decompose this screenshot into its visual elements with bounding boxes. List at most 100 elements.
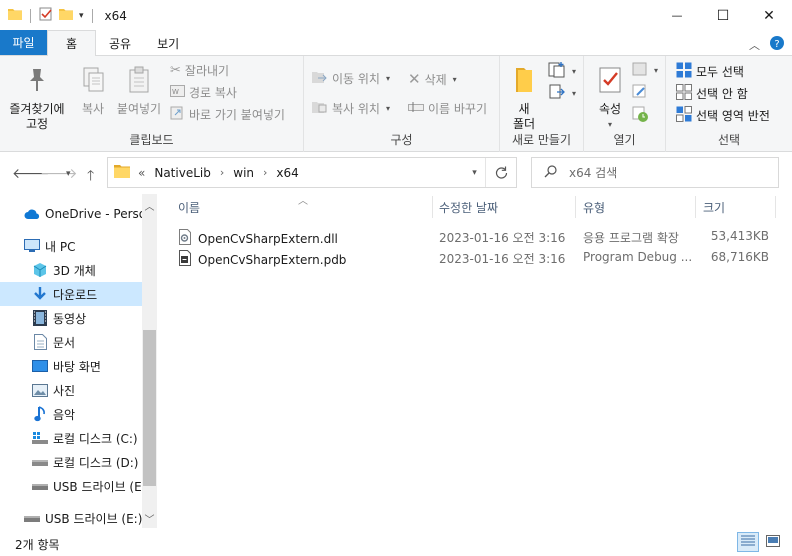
easy-access-dropdown-icon: ▾	[572, 89, 577, 98]
open-group-label: 열기	[613, 133, 636, 147]
search-box[interactable]	[531, 157, 779, 188]
history-button[interactable]	[632, 106, 648, 125]
search-icon	[544, 164, 557, 181]
breadcrumb-item[interactable]: win	[233, 166, 254, 180]
select-none-label: 선택 안 함	[696, 87, 748, 101]
copy-to-button[interactable]: 복사 위치 ▾	[312, 100, 390, 117]
new-folder-label: 새 폴더	[512, 102, 536, 131]
easy-access-button[interactable]: ▾	[548, 84, 576, 103]
search-input[interactable]	[569, 165, 749, 180]
edit-button[interactable]	[632, 84, 648, 101]
nav-item-usb-drive-root[interactable]: USB 드라이브 (E:)	[0, 506, 142, 528]
nav-item-videos[interactable]: 동영상	[0, 306, 142, 330]
nav-item-local-disk-c[interactable]: 로컬 디스크 (C:)	[0, 426, 142, 450]
tab-share[interactable]: 공유	[96, 31, 144, 55]
tab-home[interactable]: 홈	[47, 30, 96, 56]
column-header-type[interactable]: 유형	[583, 194, 695, 220]
file-name: OpenCvSharpExtern.pdb	[198, 252, 347, 267]
scroll-up-arrow-icon[interactable]: ︿	[142, 198, 157, 213]
pin-icon	[25, 66, 49, 98]
column-divider[interactable]	[775, 196, 776, 218]
nav-item-pictures[interactable]: 사진	[0, 378, 142, 402]
new-folder-quick-icon[interactable]	[59, 8, 73, 23]
breadcrumb-item[interactable]: x64	[276, 166, 298, 180]
select-none-button[interactable]: 선택 안 함	[676, 84, 748, 103]
breadcrumb-item[interactable]: NativeLib	[154, 166, 211, 180]
nav-item-documents[interactable]: 문서	[0, 330, 142, 354]
nav-item-label: 로컬 디스크 (C:)	[53, 431, 138, 446]
desktop-icon	[32, 358, 48, 374]
new-item-button[interactable]: ▾	[548, 62, 576, 81]
tab-file[interactable]: 파일	[0, 30, 47, 55]
breadcrumb-chevron-icon[interactable]: ›	[220, 166, 224, 179]
column-header-size[interactable]: 크기	[703, 194, 775, 220]
properties-button[interactable]: 속성 ▾	[592, 66, 628, 132]
column-divider[interactable]	[695, 196, 696, 218]
rename-button[interactable]: 이름 바꾸기	[408, 100, 487, 117]
cut-button[interactable]: ✂ 잘라내기	[170, 62, 229, 79]
scrollbar-thumb[interactable]	[143, 330, 156, 486]
video-icon	[32, 310, 48, 326]
nav-item-music[interactable]: 음악	[0, 402, 142, 426]
nav-item-onedrive[interactable]: OneDrive - Personal	[0, 202, 142, 226]
svg-text:W: W	[172, 88, 179, 96]
up-arrow-icon[interactable]: 🡑	[87, 165, 94, 189]
address-history-dropdown-icon[interactable]: ▾	[464, 158, 486, 187]
nav-item-desktop[interactable]: 바탕 화면	[0, 354, 142, 378]
column-divider[interactable]	[575, 196, 576, 218]
address-bar[interactable]: « NativeLib › win › x64 ▾	[107, 157, 517, 188]
maximize-button[interactable]: ☐	[700, 0, 746, 31]
new-folder-button[interactable]: 새 폴더	[506, 66, 542, 132]
column-header-modified[interactable]: 수정한 날짜	[439, 194, 575, 220]
customize-toolbar-dropdown-icon[interactable]: ▾	[79, 11, 84, 21]
select-all-label: 모두 선택	[696, 65, 744, 79]
select-all-button[interactable]: 모두 선택	[676, 62, 744, 81]
help-icon[interactable]: ?	[770, 36, 784, 53]
properties-checkmark-icon	[598, 66, 622, 98]
invert-selection-button[interactable]: 선택 영역 반전	[676, 106, 770, 125]
pin-quick-access-button[interactable]: 즐겨찾기에 고정	[6, 66, 68, 132]
paste-button[interactable]: 붙여넣기	[114, 66, 164, 117]
move-to-button[interactable]: 이동 위치 ▾	[312, 70, 390, 87]
nav-item-usb-drive[interactable]: USB 드라이브 (E:)	[0, 474, 142, 498]
copy-to-icon	[312, 100, 328, 117]
nav-item-downloads[interactable]: 다운로드	[0, 282, 142, 306]
forward-arrow-icon[interactable]: 🡒	[40, 165, 78, 182]
scroll-down-arrow-icon[interactable]: ﹀	[142, 511, 157, 526]
breadcrumb-overflow[interactable]: «	[138, 166, 145, 180]
usb-drive-icon	[32, 478, 48, 494]
breadcrumb-chevron-icon[interactable]: ›	[263, 166, 267, 179]
navpane-scrollbar[interactable]: ︿ ﹀	[142, 194, 157, 528]
column-divider[interactable]	[432, 196, 433, 218]
nav-item-local-disk-d[interactable]: 로컬 디스크 (D:)	[0, 450, 142, 474]
properties-quick-icon[interactable]	[39, 7, 53, 24]
details-view-button[interactable]	[737, 532, 759, 552]
document-icon	[32, 334, 48, 350]
open-button[interactable]: ▾	[632, 62, 658, 79]
delete-button[interactable]: ✕ 삭제 ▾	[408, 70, 457, 88]
close-button[interactable]: ✕	[746, 0, 792, 31]
nav-item-label: 동영상	[53, 311, 87, 326]
toolbar-divider	[30, 8, 31, 23]
nav-item-this-pc[interactable]: 내 PC	[0, 234, 142, 258]
nav-item-label: 내 PC	[45, 239, 76, 254]
large-icons-view-button[interactable]	[762, 532, 784, 552]
copy-path-label: 경로 복사	[189, 86, 237, 100]
paste-shortcut-button[interactable]: 바로 가기 붙여넣기	[170, 106, 285, 123]
file-row[interactable]: OpenCvSharpExtern.dll 2023-01-16 오전 3:16…	[177, 227, 777, 247]
new-group: 새 폴더 ▾ ▾ 새로 만들기	[500, 56, 584, 152]
tab-view[interactable]: 보기	[144, 31, 192, 55]
copy-path-button[interactable]: W 경로 복사	[170, 84, 237, 101]
minimize-button[interactable]: —	[654, 0, 700, 31]
refresh-icon[interactable]	[486, 158, 516, 187]
ribbon: 즐겨찾기에 고정 복사 붙여넣기 ✂ 잘라내기 W 경로 복사 바로 가기 붙여…	[0, 56, 792, 152]
nav-item-3d-objects[interactable]: 3D 개체	[0, 258, 142, 282]
select-all-icon	[676, 62, 692, 81]
copy-button[interactable]: 복사	[76, 66, 110, 117]
file-row[interactable]: OpenCvSharpExtern.pdb 2023-01-16 오전 3:16…	[177, 248, 777, 268]
recent-locations-dropdown-icon[interactable]: ▾	[66, 169, 71, 179]
ribbon-expand-icon[interactable]: ︿	[749, 37, 760, 53]
properties-dropdown-icon: ▾	[607, 120, 612, 129]
select-none-icon	[676, 84, 692, 103]
column-header-name[interactable]: 이름	[178, 194, 432, 220]
